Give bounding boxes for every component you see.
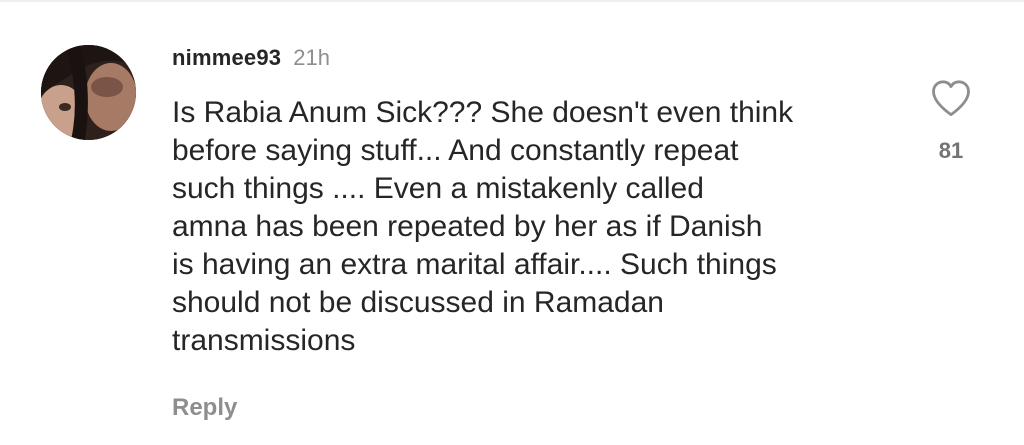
username-link[interactable]: nimmee93 <box>172 45 281 71</box>
comment-body: nimmee93 21h Is Rabia Anum Sick??? She d… <box>172 38 892 360</box>
heart-icon[interactable] <box>930 78 972 118</box>
comment-item: nimmee93 21h Is Rabia Anum Sick??? She d… <box>0 0 1024 445</box>
reply-button[interactable]: Reply <box>172 394 237 422</box>
avatar-photo <box>41 45 136 140</box>
comment-meta: nimmee93 21h <box>172 38 892 78</box>
comment-text: Is Rabia Anum Sick??? She doesn't even t… <box>172 96 794 357</box>
avatar[interactable] <box>41 45 136 140</box>
like-count: 81 <box>938 138 964 163</box>
like-section: 81 <box>921 78 981 164</box>
comment-timestamp: 21h <box>293 45 330 70</box>
